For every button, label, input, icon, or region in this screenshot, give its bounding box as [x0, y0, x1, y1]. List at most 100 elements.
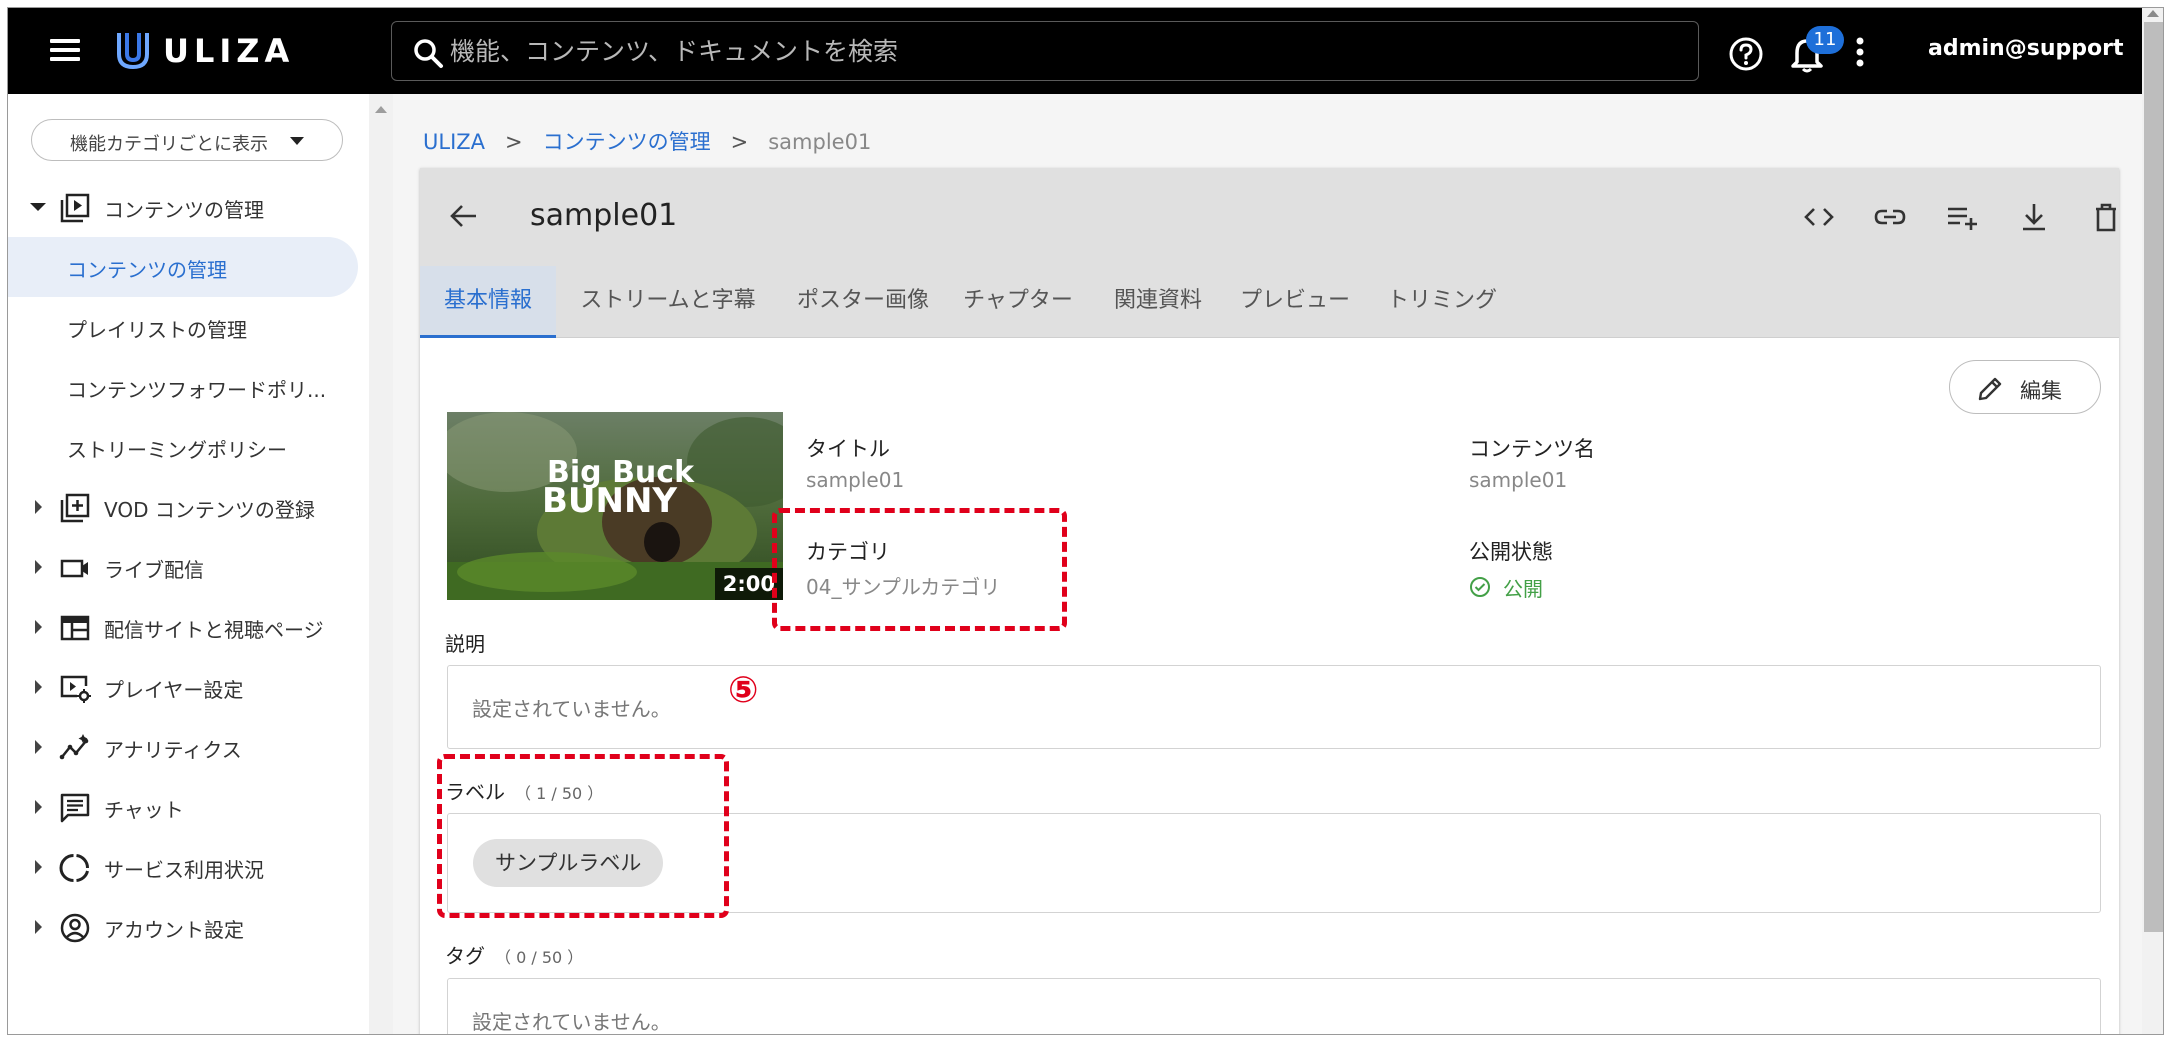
- add-box-icon: [60, 493, 90, 523]
- sidebar-subitem-forward-policy[interactable]: コンテンツフォワードポリ...: [8, 357, 358, 417]
- app-window: ULIZA 11 admin@support: [7, 7, 2164, 1035]
- page-scrollbar[interactable]: [2142, 8, 2163, 1034]
- chevron-right-icon: [35, 500, 42, 514]
- breadcrumb-link-content-management[interactable]: コンテンツの管理: [543, 130, 711, 154]
- sidebar-subitem-playlists[interactable]: プレイリストの管理: [8, 297, 358, 357]
- sidebar-item-label: プレイヤー設定: [104, 678, 244, 702]
- page-title: sample01: [530, 198, 678, 233]
- search-icon: [414, 39, 443, 68]
- link-icon[interactable]: [1871, 198, 1909, 236]
- sidebar-subitem-label: プレイリストの管理: [67, 318, 247, 342]
- chevron-right-icon: [35, 920, 42, 934]
- sidebar-item-sites[interactable]: 配信サイトと視聴ページ: [8, 597, 368, 657]
- scroll-up-icon[interactable]: [2147, 10, 2159, 17]
- breadcrumb-link-home[interactable]: ULIZA: [423, 130, 485, 154]
- sidebar-item-account[interactable]: アカウント設定: [8, 897, 368, 957]
- sidebar-item-label: コンテンツの管理: [104, 198, 264, 222]
- edit-button-label: 編集: [2020, 379, 2062, 403]
- sidebar-item-label: VOD コンテンツの登録: [104, 498, 315, 522]
- chevron-right-icon: [35, 740, 42, 754]
- tags-box: 設定されていません。: [447, 978, 2101, 1034]
- tab-chapters[interactable]: チャプター: [953, 266, 1083, 338]
- content-name-field-value: sample01: [1469, 468, 1568, 492]
- breadcrumb-current: sample01: [768, 130, 872, 154]
- title-field-value: sample01: [806, 468, 905, 492]
- breadcrumb-separator: >: [505, 130, 523, 154]
- help-icon[interactable]: [1728, 36, 1764, 72]
- description-value: 設定されていません。: [472, 697, 671, 721]
- tab-related-materials[interactable]: 関連資料: [1103, 266, 1213, 338]
- chat-icon: [60, 793, 90, 823]
- tab-streams-subtitles[interactable]: ストリームと字幕: [568, 266, 768, 338]
- embed-code-icon[interactable]: [1800, 198, 1838, 236]
- account-icon: [60, 913, 90, 943]
- sidebar-subitem-label: ストリーミングポリシー: [67, 438, 287, 462]
- sidebar-subitem-label: コンテンツフォワードポリ...: [67, 378, 327, 402]
- status-field-label: 公開状態: [1469, 540, 1553, 564]
- category-view-toggle[interactable]: 機能カテゴリごとに表示: [31, 119, 343, 161]
- top-header: ULIZA 11 admin@support: [8, 8, 2142, 94]
- player-settings-icon: [60, 675, 91, 703]
- arrow-back-icon[interactable]: [446, 198, 482, 234]
- sidebar-scrollbar[interactable]: [369, 94, 393, 1034]
- sidebar-item-live[interactable]: ライブ配信: [8, 537, 368, 597]
- annotation-marker: ⑤: [728, 670, 759, 711]
- annotation-highlight-category: [772, 508, 1067, 631]
- analytics-icon: [59, 734, 89, 760]
- chevron-right-icon: [35, 620, 42, 634]
- annotation-highlight-labels: [437, 754, 729, 918]
- chevron-right-icon: [35, 860, 42, 874]
- video-camera-icon: [60, 559, 88, 578]
- add-to-playlist-icon[interactable]: [1943, 198, 1981, 236]
- sidebar-subitem-streaming-policy[interactable]: ストリーミングポリシー: [8, 417, 358, 477]
- logo-text[interactable]: ULIZA: [163, 32, 294, 70]
- sidebar-item-analytics[interactable]: アナリティクス: [8, 717, 368, 777]
- scrollbar-thumb[interactable]: [2144, 22, 2163, 932]
- sidebar-item-label: サービス利用状況: [104, 858, 264, 882]
- chevron-right-icon: [35, 800, 42, 814]
- edit-button[interactable]: 編集: [1949, 360, 2101, 414]
- sidebar-item-usage[interactable]: サービス利用状況: [8, 837, 368, 897]
- user-account-menu[interactable]: admin@support: [1928, 36, 2123, 61]
- tab-basic-info[interactable]: 基本情報: [420, 266, 556, 338]
- sidebar-item-content-management[interactable]: コンテンツの管理: [8, 177, 368, 237]
- description-box: 設定されていません。: [447, 665, 2101, 749]
- expand-less-icon: [30, 203, 46, 211]
- chevron-down-icon: [290, 137, 304, 145]
- tab-poster-image[interactable]: ポスター画像: [783, 266, 943, 338]
- edit-pencil-icon: [1978, 377, 2002, 401]
- sidebar-item-label: チャット: [104, 798, 184, 822]
- category-view-label: 機能カテゴリごとに表示: [70, 134, 268, 155]
- download-icon[interactable]: [2015, 198, 2053, 236]
- tags-heading: タグ （ 0 / 50 ）: [445, 940, 583, 969]
- scroll-up-icon[interactable]: [375, 106, 387, 113]
- sidebar-item-chat[interactable]: チャット: [8, 777, 368, 837]
- delete-icon[interactable]: [2087, 198, 2125, 236]
- video-thumbnail[interactable]: Big Buck BUNNY 2:00: [447, 412, 783, 600]
- menu-icon[interactable]: [50, 36, 82, 64]
- sidebar-item-label: 配信サイトと視聴ページ: [104, 618, 324, 642]
- tags-count: （ 0 / 50 ）: [495, 948, 584, 967]
- notifications-button[interactable]: 11: [1784, 26, 1844, 76]
- tab-trimming[interactable]: トリミング: [1377, 266, 1507, 338]
- search-bar[interactable]: [391, 21, 1699, 81]
- sidebar-item-label: アナリティクス: [104, 738, 242, 762]
- sidebar-item-vod-register[interactable]: VOD コンテンツの登録: [8, 477, 368, 537]
- search-input[interactable]: [450, 30, 1670, 72]
- status-value: 公開: [1503, 577, 1543, 601]
- tags-label: タグ: [445, 944, 485, 968]
- content-name-field-label: コンテンツ名: [1469, 437, 1595, 461]
- usage-icon: [59, 854, 90, 882]
- card-header: sample01: [420, 168, 2119, 266]
- sidebar-subitem-content-management[interactable]: コンテンツの管理: [8, 237, 358, 297]
- thumbnail-title-text: BUNNY: [542, 481, 677, 521]
- tab-preview[interactable]: プレビュー: [1230, 266, 1360, 338]
- sidebar: 機能カテゴリごとに表示 コンテンツの管理 コンテンツの管理 プレイリストの管理 …: [8, 94, 368, 1034]
- chevron-right-icon: [35, 680, 42, 694]
- sidebar-subitem-label: コンテンツの管理: [67, 258, 227, 282]
- more-vert-icon[interactable]: [1850, 32, 1870, 72]
- sidebar-item-player-settings[interactable]: プレイヤー設定: [8, 657, 368, 717]
- content-detail-card: sample01 基本情報 ストリームと字幕 ポスター画像 チャプター 関連資料…: [420, 168, 2119, 1034]
- title-field-label: タイトル: [806, 437, 890, 461]
- sidebar-item-label: ライブ配信: [104, 558, 204, 582]
